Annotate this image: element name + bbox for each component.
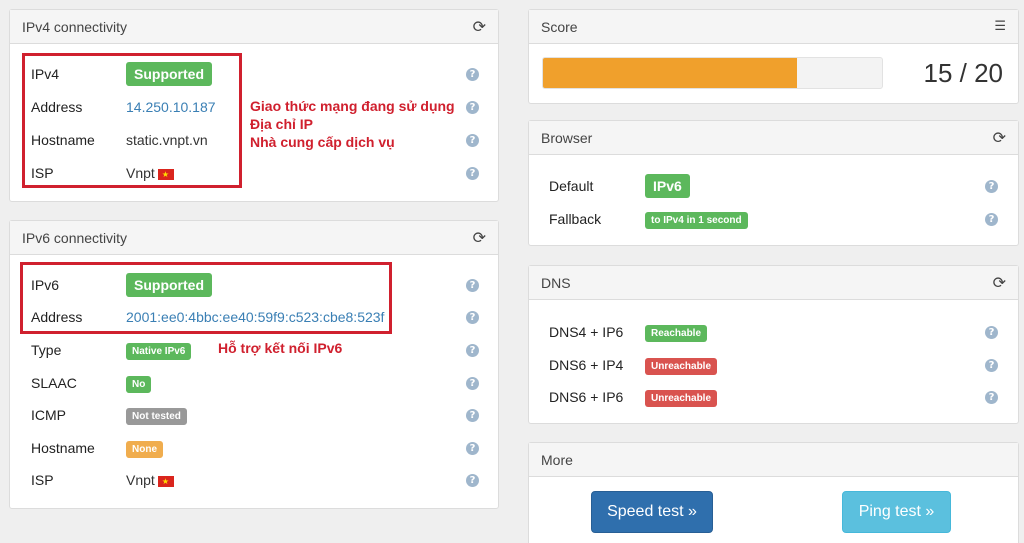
dns-panel-header: DNS ⟳ [529,266,1018,300]
score-progress-fill [543,58,798,88]
dns6-ip6-badge: Unreachable [645,389,718,407]
ipv6-type-label: Type [31,342,62,358]
score-panel-title: Score [541,18,578,35]
dns-row-dns4-ip6: DNS4 + IP6 Reachable ? [529,320,1018,344]
annotation-protocol: Giao thức mạng đang sử dụng [250,98,455,114]
browser-fallback-badge: to IPv4 in 1 second [645,211,748,229]
dns6-ip4-badge: Unreachable [645,357,718,375]
annotation-ip-address: Địa chỉ IP [250,116,314,132]
ipv4-address-help-icon[interactable]: ? [466,100,479,114]
dns6-ip6-label: DNS6 + IP6 [549,389,624,405]
annotation-ipv6-support: Hỗ trợ kết nối IPv6 [218,340,343,356]
ipv6-icmp-label: ICMP [31,407,66,423]
browser-panel-header: Browser ⟳ [529,121,1018,155]
ipv6-highlight-box [20,262,392,334]
dns6-ip4-help-icon[interactable]: ? [985,358,998,372]
browser-fallback-help-icon[interactable]: ? [985,212,998,226]
dns-panel-title: DNS [541,274,571,291]
dns4-ip6-help-icon[interactable]: ? [985,325,998,339]
ipv4-hostname-help-icon[interactable]: ? [466,133,479,147]
ipv6-isp-value: Vnpt [126,472,155,488]
ipv6-isp-help-icon[interactable]: ? [466,473,479,487]
browser-default-label: Default [549,178,594,194]
more-panel-title: More [541,451,573,468]
vietnam-flag-icon [157,475,174,487]
ipv6-row-slaac: SLAAC No ? [10,371,498,395]
annotation-isp: Nhà cung cấp dịch vụ [250,134,395,150]
ipv6-isp-label: ISP [31,472,54,488]
ipv6-protocol-help-icon[interactable]: ? [466,278,479,292]
ipv6-hostname-help-icon[interactable]: ? [466,441,479,455]
ipv4-panel-header: IPv4 connectivity ⟳ [10,10,498,44]
browser-refresh-icon[interactable]: ⟳ [993,128,1006,147]
dns4-ip6-badge: Reachable [645,324,708,342]
ipv6-panel-title: IPv6 connectivity [22,229,128,246]
list-icon[interactable]: ☰ [994,19,1006,34]
browser-row-fallback: Fallback to IPv4 in 1 second ? [529,207,1018,231]
dns6-ip6-help-icon[interactable]: ? [985,390,998,404]
ipv6-hostname-badge: None [126,440,163,458]
speed-test-button[interactable]: Speed test » [591,491,713,533]
dns4-ip6-label: DNS4 + IP6 [549,324,624,340]
ipv6-slaac-label: SLAAC [31,375,77,391]
dns-panel: DNS ⟳ DNS4 + IP6 Reachable ? DNS6 + IP4 … [528,265,1019,424]
ipv4-protocol-help-icon[interactable]: ? [466,67,479,81]
score-panel-header: Score ☰ [529,10,1018,44]
browser-panel-title: Browser [541,129,593,146]
dns6-ip4-label: DNS6 + IP4 [549,357,624,373]
ipv6-icmp-help-icon[interactable]: ? [466,408,479,422]
ipv4-highlight-box [22,53,242,188]
browser-default-help-icon[interactable]: ? [985,179,998,193]
ipv6-type-badge: Native IPv6 [126,342,192,360]
dns-row-dns6-ip6: DNS6 + IP6 Unreachable ? [529,385,1018,409]
score-progress-bar [542,57,883,89]
more-panel-header: More [529,443,1018,477]
more-panel: More Speed test » Ping test » [528,442,1019,543]
ipv4-panel-title: IPv4 connectivity [22,18,128,35]
ipv6-row-icmp: ICMP Not tested ? [10,403,498,427]
ipv6-type-help-icon[interactable]: ? [466,343,479,357]
dns-refresh-icon[interactable]: ⟳ [993,273,1006,292]
ipv4-refresh-icon[interactable]: ⟳ [473,17,486,36]
ipv6-row-isp: ISP Vnpt ? [10,468,498,492]
score-value: 15 / 20 [923,58,1003,88]
ipv6-refresh-icon[interactable]: ⟳ [473,228,486,247]
browser-row-default: Default IPv6 ? [529,174,1018,198]
ipv6-row-hostname: Hostname None ? [10,436,498,460]
ipv4-isp-help-icon[interactable]: ? [466,166,479,180]
ipv6-icmp-badge: Not tested [126,407,187,425]
score-panel: Score ☰ 15 / 20 [528,9,1019,104]
dns-row-dns6-ip4: DNS6 + IP4 Unreachable ? [529,353,1018,377]
browser-fallback-label: Fallback [549,211,602,227]
browser-default-badge: IPv6 [645,174,690,198]
ping-test-button[interactable]: Ping test » [842,491,951,533]
ipv6-address-help-icon[interactable]: ? [466,310,479,324]
ipv6-hostname-label: Hostname [31,440,95,456]
ipv6-slaac-badge: No [126,375,152,393]
browser-panel: Browser ⟳ Default IPv6 ? Fallback to IPv… [528,120,1019,246]
ipv6-panel-header: IPv6 connectivity ⟳ [10,221,498,255]
ipv6-slaac-help-icon[interactable]: ? [466,376,479,390]
